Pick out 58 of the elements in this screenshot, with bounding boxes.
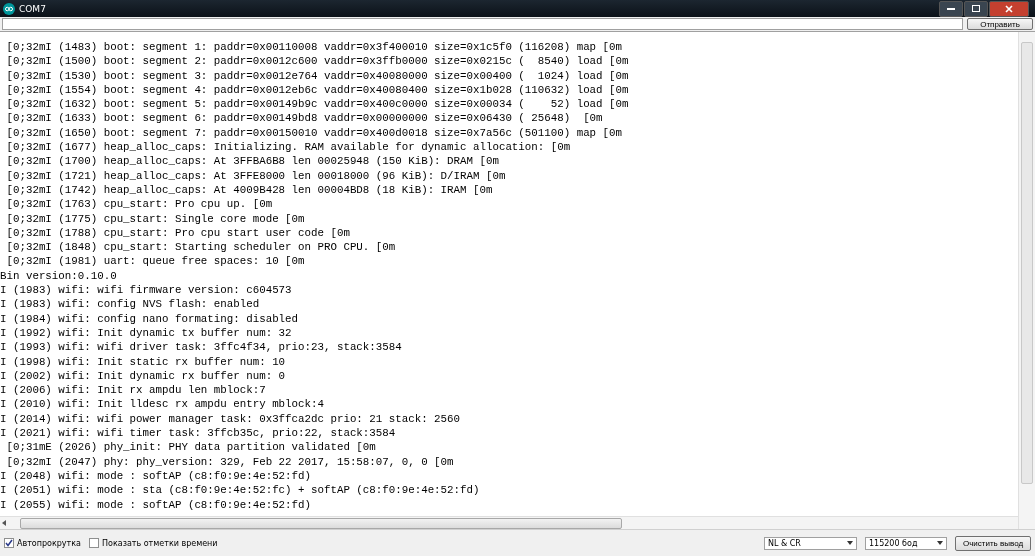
log-line: I (1983) wifi: wifi firmware version: c604573 bbox=[0, 283, 292, 298]
log-line: I (2006) wifi: Init rx ampdu len mblock:7 bbox=[0, 383, 266, 398]
line-ending-dropdown[interactable]: NL & CR bbox=[764, 536, 857, 550]
log-line: [0;31mE (2026) phy_init: PHY data partition validated [0m bbox=[5, 440, 376, 455]
log-line: [0;32mI (1742) heap_alloc_caps: At 4009B428 len 00004BD8 (18 KiB): IRAM [0m bbox=[5, 182, 493, 198]
log-line: I (1998) wifi: Init static rx buffer num: 10 bbox=[0, 354, 286, 369]
infinity-logo-icon bbox=[3, 2, 15, 15]
log-line: I (1993) wifi: wifi driver task: 3ffc4f34, prio:23, stack:3584 bbox=[0, 340, 402, 355]
horizontal-scrollbar[interactable] bbox=[0, 516, 1018, 529]
log-line: [0;32mI (1632) boot: segment 5: paddr=0x00149b9c vaddr=0x400c0000 size=0x00034 ( 52) load [0m bbox=[5, 97, 629, 112]
message-input-field[interactable] bbox=[2, 18, 963, 30]
log-line: [0;32mI (1483) boot: segment 1: paddr=0x00110008 vaddr=0x3f400010 size=0x1c5f0 (116208) map [0m bbox=[5, 40, 622, 55]
dropdown-caret-icon bbox=[937, 541, 943, 545]
vertical-scrollbar[interactable] bbox=[1018, 32, 1035, 529]
checkbox-label: Показать отметки времени bbox=[102, 538, 218, 548]
log-line: I (2010) wifi: Init lldesc rx ampdu entry mblock:4 bbox=[0, 397, 324, 412]
log-line: Bin version:0.10.0 bbox=[0, 268, 117, 284]
log-line: [0;32mI (1500) boot: segment 2: paddr=0x0012c600 vaddr=0x3ffb0000 size=0x0215c ( 8540) load [0m bbox=[5, 54, 629, 69]
checkbox[interactable] bbox=[4, 538, 14, 548]
log-line: [0;32mI (2047) phy: phy_version: 329, Feb 22 2017, 15:58:07, 0, 0 [0m bbox=[5, 454, 454, 469]
minimize-icon bbox=[947, 7, 955, 10]
clear-output-button[interactable]: Очистить вывод bbox=[955, 535, 1031, 551]
log-line: [0;32mI (1530) boot: segment 3: paddr=0x0012e764 vaddr=0x40080000 size=0x00400 ( 1024) load [0m bbox=[5, 68, 629, 83]
log-line: I (2055) wifi: mode : softAP (c8:f0:9e:4e:52:fd) bbox=[0, 497, 311, 512]
log-line: [0;32mI (1650) boot: segment 7: paddr=0x00150010 vaddr=0x400d0018 size=0x7a56c (501100) map [0m bbox=[5, 125, 622, 141]
checkmark-icon bbox=[5, 539, 13, 547]
log-line: [0;32mI (1848) cpu_start: Starting scheduler on PRO CPU. [0m bbox=[5, 240, 396, 255]
log-line: I (2048) wifi: mode : softAP (c8:f0:9e:4e:52:fd) bbox=[0, 468, 311, 484]
log-line: [0;32mI (1700) heap_alloc_caps: At 3FFBA6B8 len 00025948 (150 KiB): DRAM [0m bbox=[5, 154, 499, 169]
log-line: [0;32mI (1554) boot: segment 4: paddr=0x0012eb6c vaddr=0x40080400 size=0x1b028 (110632) load [0m bbox=[5, 82, 629, 98]
dropdown-value: NL & CR bbox=[768, 538, 801, 548]
log-line: [0;32mI (1677) heap_alloc_caps: Initializing. RAM available for dynamic allocation: [0m bbox=[5, 140, 571, 155]
log-line: [0;32mI (1763) cpu_start: Pro cpu up. [0m bbox=[5, 197, 273, 212]
maximize-icon bbox=[972, 5, 980, 12]
minimize-button[interactable] bbox=[939, 0, 963, 17]
checkbox-label: Автопрокрутка bbox=[17, 538, 81, 548]
baud-rate-dropdown[interactable]: 115200 бод bbox=[865, 536, 947, 550]
log-line: I (1983) wifi: config NVS flash: enabled bbox=[0, 297, 260, 312]
log-line: I (1984) wifi: config nano formating: disabled bbox=[0, 311, 299, 326]
window-title: COM7 bbox=[19, 3, 46, 14]
scroll-left-icon[interactable] bbox=[0, 519, 8, 527]
log-line: I (2002) wifi: Init dynamic rx buffer num: 0 bbox=[0, 368, 286, 384]
log-line: I (2051) wifi: mode : sta (c8:f0:9e:4e:52:fc) + softAP (c8:f0:9e:4e:52:fd) bbox=[0, 483, 480, 498]
log-line: I (1992) wifi: Init dynamic tx buffer num: 32 bbox=[0, 325, 292, 341]
checkbox[interactable] bbox=[89, 538, 99, 548]
log-line: I (2014) wifi: wifi power manager task: 0x3ffca2dc prio: 21 stack: 2560 bbox=[0, 411, 461, 426]
dropdown-value: 115200 бод bbox=[869, 538, 918, 548]
dropdown-caret-icon bbox=[847, 541, 853, 545]
close-icon bbox=[1005, 4, 1013, 13]
log-line: [0;32mI (1633) boot: segment 6: paddr=0x00149bd8 vaddr=0x00000000 size=0x06430 ( 25648) [0m bbox=[5, 111, 603, 126]
log-line: [0;32mI (1775) cpu_start: Single core mode [0m bbox=[5, 211, 305, 226]
log-line: [0;32mI (1981) uart: queue free spaces: 10 [0m bbox=[5, 254, 305, 269]
send-button[interactable]: Отправить bbox=[967, 18, 1033, 30]
close-button[interactable] bbox=[989, 0, 1029, 17]
log-line: [0;32mI (1721) heap_alloc_caps: At 3FFE8000 len 00018000 (96 KiB): D/IRAM [0m bbox=[5, 168, 506, 183]
log-line: I (2021) wifi: wifi timer task: 3ffcb35c, prio:22, stack:3584 bbox=[0, 426, 396, 441]
log-line: [0;32mI (1788) cpu_start: Pro cpu start user code [0m bbox=[5, 225, 350, 241]
maximize-button[interactable] bbox=[964, 0, 988, 17]
